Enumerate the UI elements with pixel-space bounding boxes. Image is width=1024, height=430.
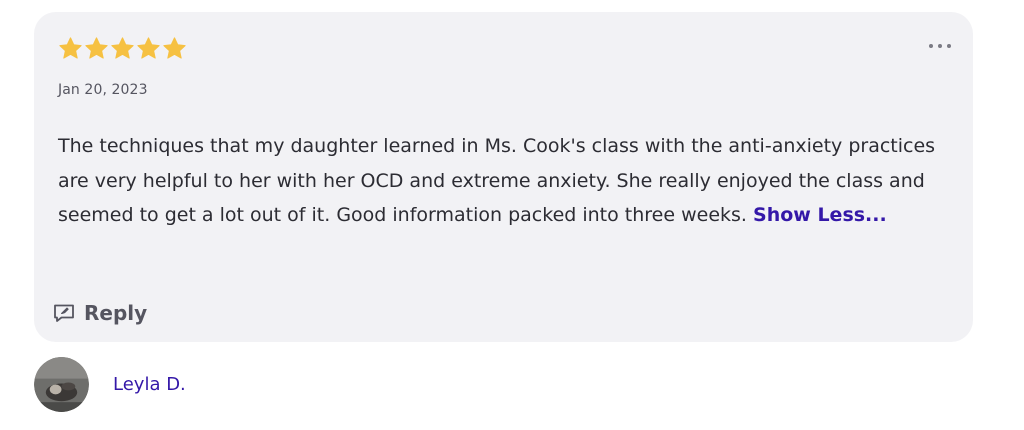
- review-body: The techniques that my daughter learned …: [58, 129, 938, 233]
- review-date: Jan 20, 2023: [58, 82, 148, 98]
- reply-label: Reply: [84, 301, 148, 325]
- show-less-link[interactable]: Show Less...: [753, 204, 887, 226]
- author-name[interactable]: Leyla D.: [113, 374, 186, 395]
- star-icon: [85, 37, 108, 59]
- more-options-button[interactable]: [929, 39, 951, 53]
- more-horizontal-icon: [929, 44, 933, 48]
- review-card: Jan 20, 2023 The techniques that my daug…: [34, 12, 973, 342]
- star-rating: [58, 36, 187, 61]
- star-icon: [111, 37, 134, 59]
- star-icon: [163, 37, 186, 59]
- author: Leyla D.: [34, 357, 186, 412]
- more-horizontal-icon: [938, 44, 942, 48]
- avatar[interactable]: [34, 357, 89, 412]
- star-icon: [137, 37, 160, 59]
- more-horizontal-icon: [947, 44, 951, 48]
- reply-chat-icon: [54, 304, 74, 322]
- reply-button[interactable]: Reply: [52, 301, 147, 325]
- star-icon: [59, 37, 82, 59]
